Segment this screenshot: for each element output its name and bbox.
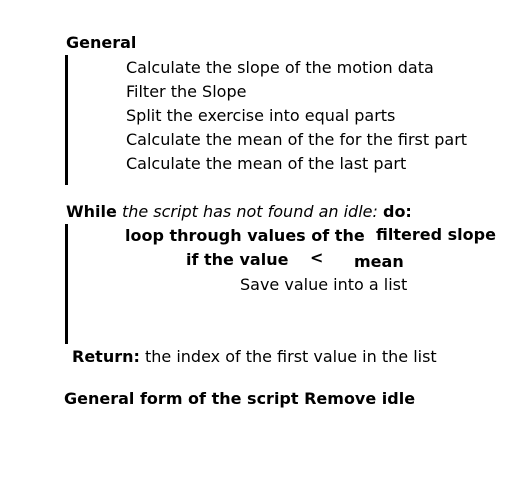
- general-step-5: Calculate the mean of the last part: [126, 154, 407, 173]
- mean-label: mean: [354, 252, 404, 271]
- while-keyword: While: [66, 202, 117, 221]
- if-condition: if the value: [186, 250, 289, 269]
- while-line: While the script has not found an idle: …: [66, 204, 412, 220]
- general-step-3: Split the exercise into equal parts: [126, 106, 396, 125]
- while-block-bracket: [65, 224, 68, 344]
- general-step-1: Calculate the slope of the motion data: [126, 58, 434, 77]
- general-block-bracket: [65, 55, 68, 185]
- save-value-action: Save value into a list: [240, 275, 408, 294]
- loop-line-b: filtered slope: [376, 225, 496, 244]
- return-keyword: Return:: [72, 347, 140, 366]
- while-condition: the script has not found an idle:: [121, 202, 378, 221]
- comparison-operator: <: [310, 248, 324, 267]
- general-step-4: Calculate the mean of the for the first …: [126, 130, 468, 149]
- general-step-2: Filter the Slope: [126, 82, 247, 101]
- loop-line-a: loop through values of the: [125, 226, 365, 245]
- figure-caption: General form of the script Remove idle: [64, 389, 416, 408]
- do-keyword: do:: [382, 202, 412, 221]
- return-text: the index of the first value in the list: [144, 347, 437, 366]
- return-line: Return: the index of the first value in …: [72, 349, 437, 365]
- general-heading: General: [66, 33, 137, 52]
